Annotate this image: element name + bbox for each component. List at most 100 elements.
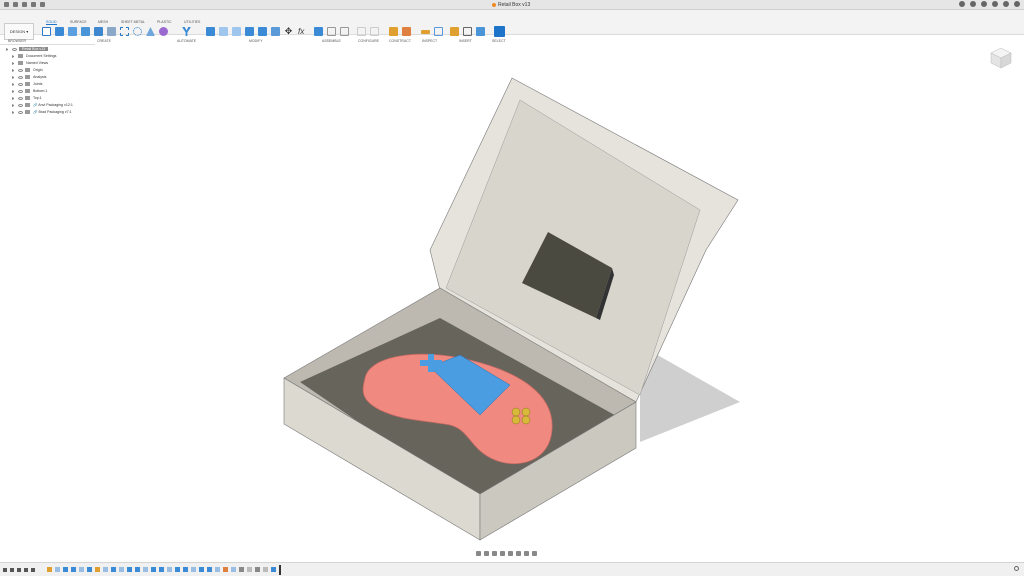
notifications-icon[interactable] xyxy=(992,1,998,7)
timeline-feature[interactable] xyxy=(111,567,116,572)
timeline-feature[interactable] xyxy=(79,567,84,572)
timeline-feature[interactable] xyxy=(71,567,76,572)
shell-icon[interactable] xyxy=(245,27,254,36)
timeline-feature[interactable] xyxy=(143,567,148,572)
tab-mesh[interactable]: MESH xyxy=(98,20,108,24)
timeline-feature[interactable] xyxy=(95,567,100,572)
canvas-icon[interactable] xyxy=(476,27,485,36)
timeline-marker[interactable] xyxy=(279,564,281,575)
tab-utilities[interactable]: UTILITIES xyxy=(184,20,200,24)
tab-plastic[interactable]: PLASTIC xyxy=(157,20,172,24)
group-assemble[interactable]: ASSEMBLE xyxy=(322,39,341,43)
timeline-feature[interactable] xyxy=(223,567,228,572)
timeline-feature[interactable] xyxy=(87,567,92,572)
timeline-feature[interactable] xyxy=(271,567,276,572)
configure-table-icon[interactable] xyxy=(370,27,379,36)
group-automate[interactable]: AUTOMATE xyxy=(177,39,196,43)
measure-icon[interactable] xyxy=(421,30,430,34)
play-icon[interactable] xyxy=(17,567,21,572)
document-tab[interactable]: Retail Box v13 xyxy=(492,2,530,8)
grid-settings-icon[interactable] xyxy=(524,551,529,556)
chamfer-icon[interactable] xyxy=(232,27,241,36)
group-configure[interactable]: CONFIGURE xyxy=(358,39,379,43)
timeline-feature[interactable] xyxy=(175,567,180,572)
revolve-icon[interactable] xyxy=(68,27,77,36)
select-icon[interactable] xyxy=(494,26,505,37)
configure-icon[interactable] xyxy=(357,27,366,36)
tree-item-anvl-packaging[interactable]: 🔗 Anvl Packaging v12:1 xyxy=(12,102,73,109)
new-tab-icon[interactable] xyxy=(959,1,965,7)
parameters-icon[interactable]: fx xyxy=(298,27,307,36)
group-construct[interactable]: CONSTRUCT xyxy=(389,39,411,43)
timeline-feature[interactable] xyxy=(63,567,68,572)
timeline-feature[interactable] xyxy=(207,567,212,572)
save-icon[interactable] xyxy=(22,2,27,7)
go-to-start-icon[interactable] xyxy=(3,567,7,572)
press-pull-icon[interactable] xyxy=(206,27,215,36)
tree-item-analysis[interactable]: Analysis xyxy=(12,74,46,81)
move-icon[interactable]: ✥ xyxy=(284,27,293,36)
split-icon[interactable] xyxy=(271,27,280,36)
timeline-feature[interactable] xyxy=(183,567,188,572)
rib-icon[interactable] xyxy=(107,27,116,36)
timeline-feature[interactable] xyxy=(103,567,108,572)
tab-surface[interactable]: SURFACE xyxy=(70,20,87,24)
timeline-feature[interactable] xyxy=(167,567,172,572)
timeline-feature[interactable] xyxy=(199,567,204,572)
file-menu-icon[interactable] xyxy=(13,2,18,7)
insert-mesh-icon[interactable] xyxy=(463,27,472,36)
timeline-feature[interactable] xyxy=(231,567,236,572)
group-inspect[interactable]: INSPECT xyxy=(422,39,437,43)
help-icon[interactable] xyxy=(1003,1,1009,7)
group-select[interactable]: SELECT xyxy=(492,39,506,43)
combine-icon[interactable] xyxy=(258,27,267,36)
form-icon[interactable] xyxy=(159,27,168,36)
timeline-feature[interactable] xyxy=(47,567,52,572)
extrude-icon[interactable] xyxy=(55,27,64,36)
insert-icon[interactable] xyxy=(450,27,459,36)
offset-plane-icon[interactable] xyxy=(389,27,398,36)
tree-item-top[interactable]: Top:1 xyxy=(12,95,42,102)
look-at-icon[interactable] xyxy=(484,551,489,556)
viewcube[interactable] xyxy=(990,45,1012,69)
grid-menu-icon[interactable] xyxy=(4,2,9,7)
fillet-icon[interactable] xyxy=(219,27,228,36)
display-settings-icon[interactable] xyxy=(516,551,521,556)
loft-icon[interactable] xyxy=(94,27,103,36)
tree-item-bottom[interactable]: Bottom:1 xyxy=(12,88,47,95)
extensions-icon[interactable] xyxy=(970,1,976,7)
timeline-feature[interactable] xyxy=(263,567,268,572)
timeline-feature[interactable] xyxy=(151,567,156,572)
tab-sheet-metal[interactable]: SHEET METAL xyxy=(121,20,145,24)
orbit-icon[interactable] xyxy=(476,551,481,556)
timeline-feature[interactable] xyxy=(127,567,132,572)
group-insert[interactable]: INSERT xyxy=(459,39,472,43)
as-built-joint-icon[interactable] xyxy=(340,27,349,36)
undo-icon[interactable] xyxy=(31,2,36,7)
circular-pattern-icon[interactable] xyxy=(133,27,142,36)
pan-icon[interactable] xyxy=(492,551,497,556)
tree-item-document-settings[interactable]: Document Settings xyxy=(12,53,56,60)
step-forward-icon[interactable] xyxy=(24,567,28,572)
group-create[interactable]: CREATE xyxy=(97,39,111,43)
group-modify[interactable]: MODIFY xyxy=(249,39,263,43)
timeline-feature[interactable] xyxy=(191,567,196,572)
joint-icon[interactable] xyxy=(327,27,336,36)
tree-item-brad-packaging[interactable]: 🔗 Brad Packaging v7:1 xyxy=(12,109,72,116)
redo-icon[interactable] xyxy=(40,2,45,7)
go-to-end-icon[interactable] xyxy=(31,567,35,572)
timeline-feature[interactable] xyxy=(239,567,244,572)
fit-icon[interactable] xyxy=(508,551,513,556)
step-back-icon[interactable] xyxy=(10,567,14,572)
timeline-feature[interactable] xyxy=(247,567,252,572)
user-avatar[interactable] xyxy=(1014,1,1020,7)
pattern-icon[interactable] xyxy=(120,27,129,36)
browser-header[interactable]: BROWSER xyxy=(0,37,95,45)
timeline-feature[interactable] xyxy=(215,567,220,572)
job-status-icon[interactable] xyxy=(981,1,987,7)
create-sketch-icon[interactable] xyxy=(42,27,51,36)
sweep-icon[interactable] xyxy=(81,27,90,36)
3d-viewport[interactable] xyxy=(0,0,1024,576)
axis-icon[interactable] xyxy=(402,27,411,36)
tree-item-root[interactable]: Retail Box v13 xyxy=(6,46,49,53)
